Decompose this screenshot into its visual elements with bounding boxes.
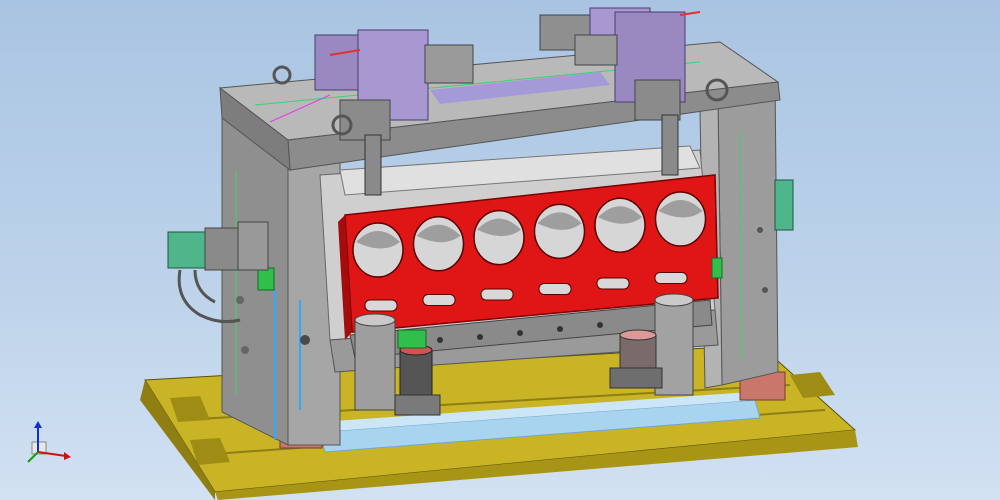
- cad-3d-viewport[interactable]: [0, 0, 1000, 500]
- slot: [480, 288, 514, 301]
- slot: [654, 272, 688, 284]
- slot: [422, 294, 456, 306]
- fixture-model[interactable]: [0, 0, 1000, 500]
- coordinate-triad-icon: [27, 421, 71, 463]
- slot: [538, 283, 572, 295]
- slot: [596, 277, 630, 290]
- slot: [364, 299, 398, 312]
- right-actuator: [774, 179, 794, 231]
